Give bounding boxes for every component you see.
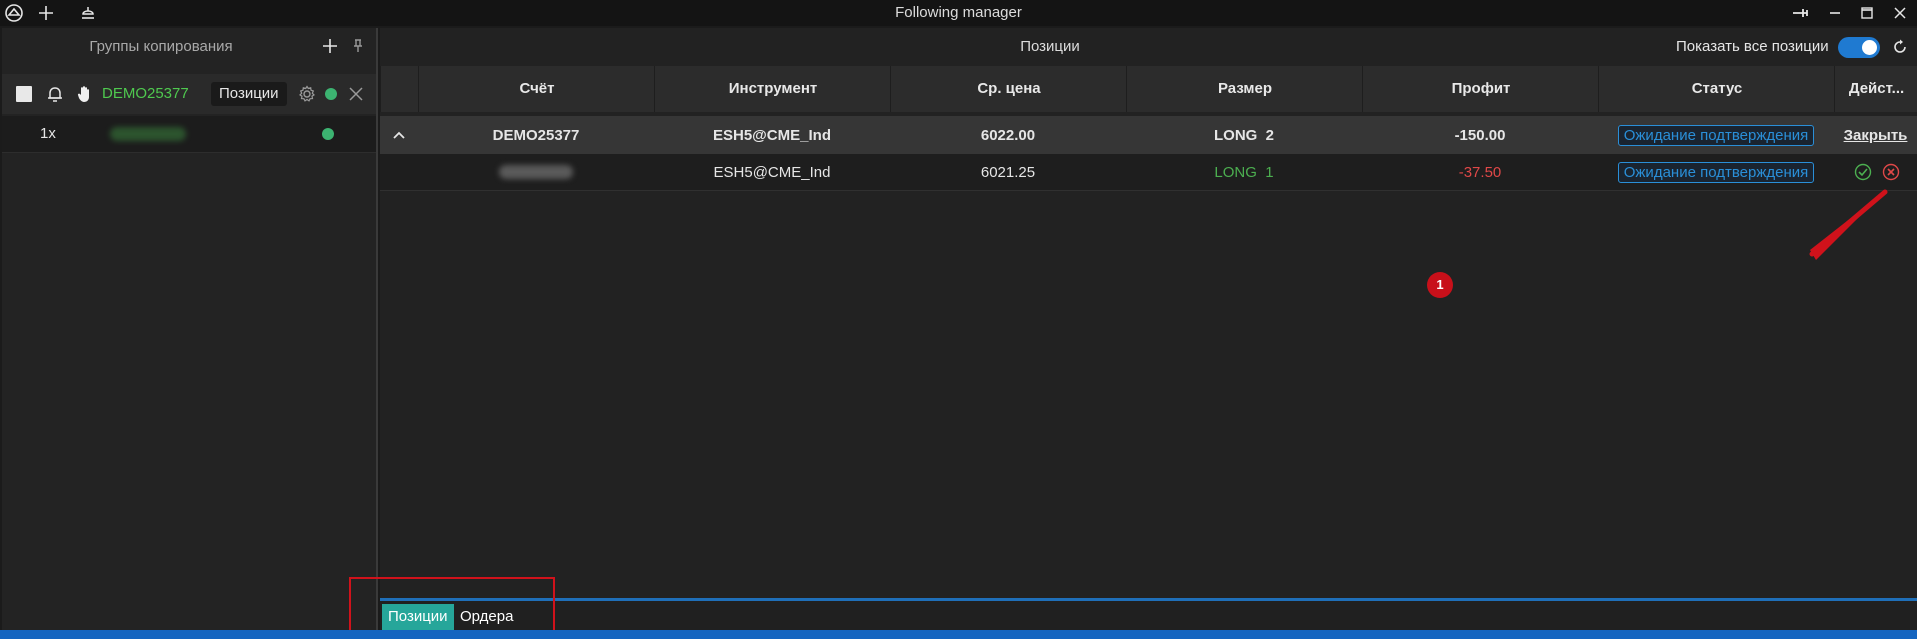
bell-icon[interactable] [46, 85, 64, 103]
row-account-redacted-cell [418, 154, 654, 190]
add-group-icon[interactable] [322, 38, 338, 54]
expand-column-header [380, 66, 419, 112]
status-strip [0, 630, 1917, 639]
row-avg-price: 6021.25 [980, 163, 1036, 181]
column-account[interactable]: Счёт [418, 66, 655, 112]
annotation-marker: 1 [1427, 272, 1453, 298]
column-status[interactable]: Статус [1598, 66, 1835, 112]
annotation-arrow [1809, 189, 1888, 260]
show-all-positions-label: Показать все позиции [1676, 38, 1829, 55]
bottom-tabs-bar: Позиции Ордера [380, 598, 1917, 633]
follower-account-redacted [110, 127, 186, 141]
row-size: LONG 2 [1213, 126, 1274, 144]
group-checkbox[interactable] [16, 86, 32, 102]
follower-online-indicator [322, 128, 334, 140]
copy-groups-header: Группы копирования [2, 28, 376, 66]
group-name[interactable]: DEMO25377 [102, 74, 189, 114]
collapse-chevron-icon[interactable] [380, 116, 418, 154]
toggle-knob [1862, 40, 1877, 55]
pin-panel-icon[interactable] [352, 39, 364, 53]
table-row-group[interactable]: DEMO25377 ESH5@CME_Ind 6022.00 LONG 2 -1… [380, 116, 1917, 154]
positions-table-header: Счёт Инструмент Ср. цена Размер Профит С… [380, 66, 1917, 112]
group-positions-button[interactable]: Позиции [211, 82, 287, 106]
follower-row[interactable]: 1x [2, 116, 376, 153]
row-account: DEMO25377 [492, 126, 580, 144]
minimize-icon[interactable] [1824, 2, 1846, 24]
redacted-account [499, 165, 573, 179]
app-logo-icon[interactable] [3, 2, 25, 24]
workspace-icon[interactable] [77, 2, 99, 24]
copy-group-row[interactable]: DEMO25377 Позиции [2, 74, 376, 114]
column-avg-price[interactable]: Ср. цена [890, 66, 1127, 112]
pin-window-icon[interactable] [1790, 2, 1812, 24]
column-actions[interactable]: Дейст... [1834, 66, 1917, 112]
row-avg-price: 6022.00 [980, 126, 1036, 144]
row-profit: -150.00 [1454, 126, 1506, 144]
column-profit[interactable]: Профит [1362, 66, 1599, 112]
row-size: LONG 1 [1214, 163, 1274, 181]
close-window-icon[interactable] [1889, 2, 1911, 24]
annotation-highlight-box [349, 577, 555, 633]
group-online-indicator [325, 88, 337, 100]
copy-groups-panel: Группы копирования DEMO25377 Позиции 1x [2, 28, 378, 630]
row-instrument: ESH5@CME_Ind [713, 126, 831, 144]
copy-groups-title: Группы копирования [89, 38, 233, 55]
refresh-icon[interactable] [1892, 39, 1908, 55]
follower-multiplier: 1x [40, 125, 56, 142]
hand-icon[interactable] [76, 84, 94, 104]
positions-panel: Позиции Показать все позиции Счёт Инстру… [380, 28, 1917, 630]
maximize-icon[interactable] [1856, 2, 1878, 24]
status-badge: Ожидание подтверждения [1617, 124, 1815, 146]
title-bar: Following manager [0, 0, 1917, 26]
gear-icon[interactable] [298, 85, 316, 103]
column-size[interactable]: Размер [1126, 66, 1363, 112]
positions-title: Позиции [1020, 38, 1080, 55]
add-icon[interactable] [35, 2, 57, 24]
window-title: Following manager [895, 4, 1022, 21]
table-row-follower[interactable]: ESH5@CME_Ind 6021.25 LONG 1 -37.50 Ожида… [380, 154, 1917, 191]
row-profit: -37.50 [1458, 163, 1502, 181]
show-all-positions-toggle[interactable] [1838, 37, 1880, 58]
remove-group-icon[interactable] [349, 87, 363, 101]
row-status-cell: Ожидание подтверждения [1598, 116, 1834, 154]
close-position-button[interactable]: Закрыть [1834, 116, 1917, 154]
column-instrument[interactable]: Инструмент [654, 66, 891, 112]
row-instrument: ESH5@CME_Ind [713, 163, 831, 181]
